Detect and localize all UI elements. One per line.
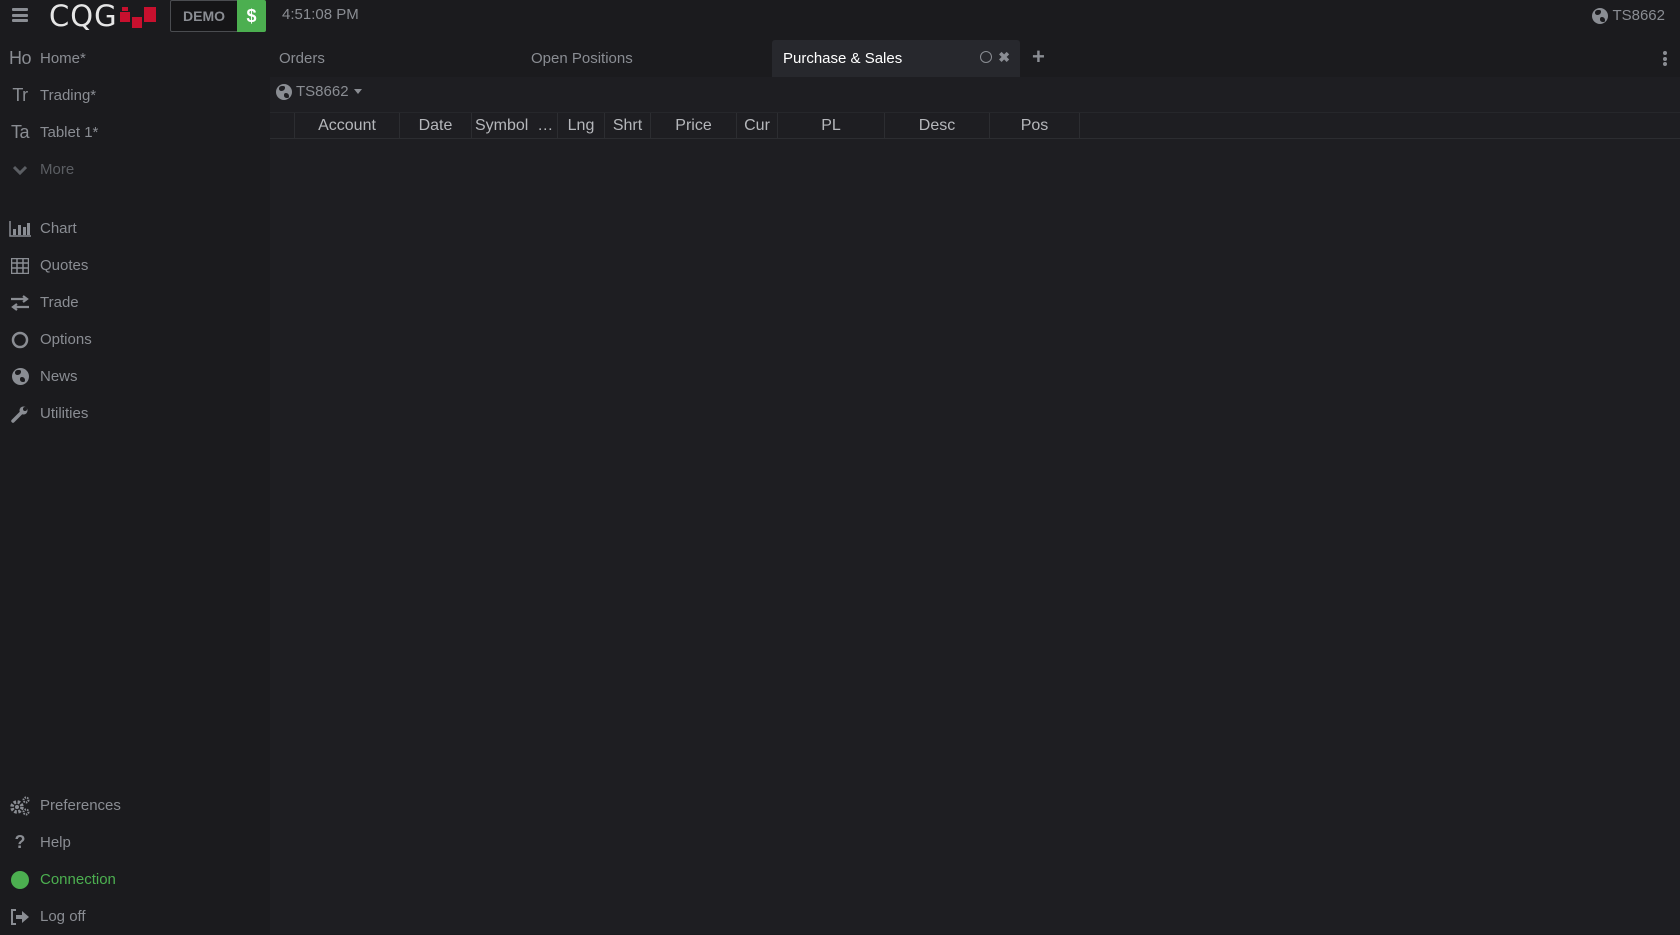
cqg-logo: CQG xyxy=(49,0,156,33)
top-bar: CQG DEMO $ 4:51:08 PM TS8662 xyxy=(0,0,1680,36)
account-selector[interactable]: TS8662 xyxy=(276,83,362,100)
column-header-lng[interactable]: Lng xyxy=(558,113,605,139)
sidebar-item-label: Chart xyxy=(40,220,77,237)
sidebar-item-label: News xyxy=(40,368,78,385)
sidebar-item-news[interactable]: News xyxy=(0,358,270,395)
sidebar-item-utilities[interactable]: Utilities xyxy=(0,395,270,432)
sidebar-item-tablet-1[interactable]: Ta Tablet 1* xyxy=(0,114,270,151)
account-selector-value: TS8662 xyxy=(296,83,349,100)
sidebar-item-label: Log off xyxy=(40,908,86,925)
account-indicator[interactable]: TS8662 xyxy=(1592,7,1665,24)
gears-icon xyxy=(0,796,40,816)
clock: 4:51:08 PM xyxy=(282,6,359,23)
account-name: TS8662 xyxy=(1612,7,1665,24)
sidebar-item-more[interactable]: More xyxy=(0,151,270,188)
grid-body-empty xyxy=(270,139,1680,934)
column-header-desc[interactable]: Desc xyxy=(885,113,990,139)
cqg-logo-mark xyxy=(119,4,156,28)
add-tab-button[interactable]: + xyxy=(1032,44,1045,70)
sidebar-item-label: Trade xyxy=(40,294,79,311)
close-icon[interactable]: ✖ xyxy=(998,50,1010,64)
sidebar-item-chart[interactable]: Chart xyxy=(0,210,270,247)
column-header-select[interactable] xyxy=(270,113,295,139)
column-header-cur[interactable]: Cur xyxy=(737,113,778,139)
sidebar-item-quotes[interactable]: Quotes xyxy=(0,247,270,284)
bar-chart-icon xyxy=(0,220,40,237)
tab-orders[interactable]: Orders xyxy=(279,40,325,77)
status-dot-icon xyxy=(0,870,40,889)
column-header-pos[interactable]: Pos xyxy=(990,113,1080,139)
tab-link-icon[interactable] xyxy=(980,51,993,63)
wrench-icon xyxy=(0,405,40,423)
sidebar-item-connection[interactable]: Connection xyxy=(0,861,270,898)
chevron-down-icon xyxy=(0,165,40,175)
column-header-symbol[interactable]: Symbol … xyxy=(472,113,558,139)
globe-icon xyxy=(276,83,292,100)
column-header-price[interactable]: Price xyxy=(651,113,737,139)
sidebar-item-log-off[interactable]: Log off xyxy=(0,898,270,935)
workspace-abbr-icon: Ta xyxy=(10,122,30,142)
main-area: Orders Open Positions Purchase & Sales ✖… xyxy=(270,36,1680,934)
sign-out-icon xyxy=(0,908,40,925)
column-header-pl[interactable]: PL xyxy=(778,113,885,139)
question-icon: ? xyxy=(14,832,26,852)
sidebar-item-home[interactable]: Ho Home* xyxy=(0,40,270,77)
grid-table-icon xyxy=(0,257,40,274)
tab-label: Purchase & Sales xyxy=(783,50,903,67)
sidebar-item-preferences[interactable]: Preferences xyxy=(0,787,270,824)
column-header-shrt[interactable]: Shrt xyxy=(605,113,651,139)
hamburger-icon[interactable] xyxy=(12,8,28,22)
sidebar-item-label: Quotes xyxy=(40,257,89,274)
sidebar-item-trade[interactable]: Trade xyxy=(0,284,270,321)
demo-badge: DEMO xyxy=(170,0,238,32)
more-options-icon[interactable] xyxy=(1663,51,1667,68)
grid-header: Account Date Symbol … Lng Shrt Price Cur… xyxy=(270,112,1680,139)
sidebar: Ho Home* Tr Trading* Ta Tablet 1* More C… xyxy=(0,36,270,934)
workspace-abbr-icon: Tr xyxy=(12,85,28,105)
globe-icon xyxy=(1592,7,1609,24)
sidebar-item-trading[interactable]: Tr Trading* xyxy=(0,77,270,114)
sidebar-item-options[interactable]: Options xyxy=(0,321,270,358)
circle-icon xyxy=(0,331,40,349)
sidebar-item-label: Utilities xyxy=(40,405,89,422)
column-header-date[interactable]: Date xyxy=(400,113,472,139)
sidebar-item-label: Trading* xyxy=(40,87,97,104)
tab-purchase-and-sales[interactable]: Purchase & Sales ✖ xyxy=(772,40,1020,77)
sidebar-item-label: More xyxy=(40,161,75,178)
sidebar-item-label: Connection xyxy=(40,871,116,888)
sidebar-item-label: Options xyxy=(40,331,92,348)
sidebar-item-label: Preferences xyxy=(40,797,121,814)
column-header-account[interactable]: Account xyxy=(295,113,400,139)
caret-down-icon xyxy=(353,89,362,94)
sidebar-item-label: Home* xyxy=(40,50,86,67)
purchase-and-sales-panel: TS8662 Account Date Symbol … Lng Shrt Pr… xyxy=(270,77,1680,934)
sidebar-item-help[interactable]: ? Help xyxy=(0,824,270,861)
workspace-abbr-icon: Ho xyxy=(8,48,32,68)
sidebar-item-label: Help xyxy=(40,834,71,851)
globe-icon xyxy=(0,368,40,385)
funds-button[interactable]: $ xyxy=(237,0,266,32)
exchange-arrows-icon xyxy=(0,294,40,311)
tab-open-positions[interactable]: Open Positions xyxy=(531,40,633,77)
sidebar-item-label: Tablet 1* xyxy=(40,124,99,141)
